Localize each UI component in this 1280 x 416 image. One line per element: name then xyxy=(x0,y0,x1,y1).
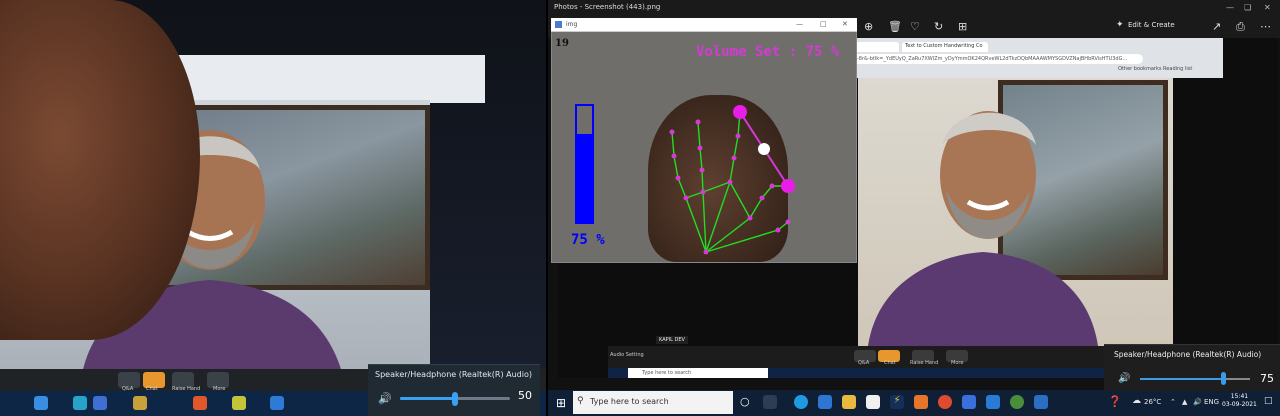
minimize-icon[interactable]: — xyxy=(1226,3,1234,12)
chrome-icon[interactable] xyxy=(938,395,952,409)
volume-slider-fill xyxy=(400,397,455,400)
print-icon[interactable]: ⎙ xyxy=(1236,20,1245,34)
taskbar-app-icon xyxy=(232,396,246,410)
dark-side-panel xyxy=(1168,78,1278,348)
volume-slider-thumb[interactable] xyxy=(1220,372,1226,385)
zoom-person xyxy=(868,111,1098,346)
python-icon[interactable] xyxy=(1010,395,1024,409)
volume-tray-icon[interactable]: 🔊 xyxy=(1193,398,1202,406)
zoom-in-icon[interactable]: ⊕ xyxy=(864,20,873,33)
help-icon[interactable]: ❓ xyxy=(1108,395,1122,408)
clock-time: 15:41 xyxy=(1230,393,1249,400)
language-label[interactable]: ENG xyxy=(1204,398,1219,406)
close-icon[interactable]: ✕ xyxy=(1264,3,1271,12)
taskbar-app-icon xyxy=(133,396,147,410)
speaker-icon[interactable]: 🔊 xyxy=(378,392,392,405)
taskbar-app-icon xyxy=(193,396,207,410)
volume-slider-thumb[interactable] xyxy=(452,392,458,406)
search-icon: ⚲ xyxy=(577,396,584,406)
cortana-icon[interactable]: ○ xyxy=(740,395,754,409)
edge-icon[interactable] xyxy=(794,395,808,409)
taskbar-app-icon xyxy=(34,396,48,410)
inner-qa-label: Q&A xyxy=(858,360,870,366)
taskbar-clock[interactable]: 15:41 03-09-2021 xyxy=(1222,393,1257,409)
inner-chat-label: Chat xyxy=(884,360,896,366)
inner-bookmarks: Other bookmarks Reading list xyxy=(1118,66,1193,72)
audio-device-label: Speaker/Headphone (Realtek(R) Audio) xyxy=(1114,350,1262,359)
rotate-icon[interactable]: ↻ xyxy=(934,20,943,33)
vscode-icon[interactable] xyxy=(986,395,1000,409)
inner-search-box: Type here to search xyxy=(628,368,768,378)
fps-counter: 19 xyxy=(555,38,569,49)
participant-name-tag: KAPIL DEV xyxy=(656,336,688,344)
tray-chevron-icon[interactable]: ⌃ xyxy=(1170,398,1176,406)
vlc-icon[interactable] xyxy=(914,395,928,409)
img-app-icon xyxy=(555,21,562,28)
midpoint-marker xyxy=(758,143,770,155)
volume-value: 75 xyxy=(1260,372,1274,385)
speaker-icon[interactable]: 🔊 xyxy=(1118,373,1130,384)
img-title: img xyxy=(566,21,578,28)
screen: Q&A Chat Raise Hand More Speaker/Headpho… xyxy=(0,0,1280,416)
inner-url-bar: -8r&-btlk=_YdEUyQ_ZaRu7XWlZm_yDyYmmOK24Q… xyxy=(853,54,1143,64)
inner-more-label: More xyxy=(951,360,964,366)
temperature-label[interactable]: 26°C xyxy=(1144,398,1161,406)
taskbar-app-icon xyxy=(73,396,87,410)
img-minimize-icon[interactable]: — xyxy=(796,20,803,28)
share-icon[interactable]: ↗ xyxy=(1212,20,1221,33)
photos-taskbar-icon[interactable] xyxy=(1034,395,1048,409)
delete-icon[interactable]: 🗑 xyxy=(888,20,902,33)
taskbar-app-icon xyxy=(93,396,107,410)
mail-icon[interactable] xyxy=(818,395,832,409)
task-view-icon[interactable] xyxy=(763,395,777,409)
network-icon[interactable]: ▲ xyxy=(1182,398,1187,406)
inner-tab-handwriting: Text to Custom Handwriting Co xyxy=(902,42,988,52)
edit-create-button[interactable]: Edit & Create xyxy=(1128,21,1175,29)
clock-date: 03-09-2021 xyxy=(1222,401,1257,408)
bolt-app-icon[interactable]: ⚡ xyxy=(890,395,904,409)
audio-setting-label: Audio Setting xyxy=(610,352,644,358)
photos-title: Photos - Screenshot (443).png xyxy=(554,3,661,11)
store-icon[interactable] xyxy=(866,395,880,409)
inner-raise-hand-label: Raise Hand xyxy=(910,360,939,366)
favorite-icon[interactable]: ♡ xyxy=(910,20,920,33)
crop-icon[interactable]: ⊞ xyxy=(958,20,967,33)
thumb-tip-marker xyxy=(781,179,795,193)
notifications-icon[interactable]: □ xyxy=(1264,396,1273,406)
index-tip-marker xyxy=(733,105,747,119)
volume-bar-fill xyxy=(575,134,594,224)
volume-value: 50 xyxy=(518,389,532,402)
restore-icon[interactable]: ❏ xyxy=(1244,3,1251,12)
img-close-icon[interactable]: ✕ xyxy=(842,20,848,28)
windows-start-icon[interactable]: ⊞ xyxy=(556,396,566,410)
more-options-icon[interactable]: ⋯ xyxy=(1260,20,1271,33)
edit-create-icon: ✦ xyxy=(1116,20,1124,30)
camera-photo: Q&A Chat Raise Hand More Speaker/Headpho… xyxy=(0,0,546,416)
file-explorer-icon[interactable] xyxy=(842,395,856,409)
taskbar-app-icon xyxy=(270,396,284,410)
hand-landmarks xyxy=(669,105,795,255)
volume-percent-text: 75 % xyxy=(571,232,605,248)
img-titlebar xyxy=(551,18,857,32)
img-maximize-icon[interactable]: □ xyxy=(820,20,827,28)
dropbox-icon[interactable] xyxy=(962,395,976,409)
volume-set-text: Volume Set : 75 % xyxy=(696,44,840,60)
audio-device-label: Speaker/Headphone (Realtek(R) Audio) xyxy=(375,370,532,379)
inner-tab xyxy=(854,42,899,52)
volume-slider-fill xyxy=(1140,378,1223,380)
taskbar-search-box[interactable]: Type here to search xyxy=(573,391,733,414)
weather-icon: ☁ xyxy=(1132,396,1141,406)
photos-app: Photos - Screenshot (443).png — ❏ ✕ ⊕ 🗑 … xyxy=(548,0,1280,416)
